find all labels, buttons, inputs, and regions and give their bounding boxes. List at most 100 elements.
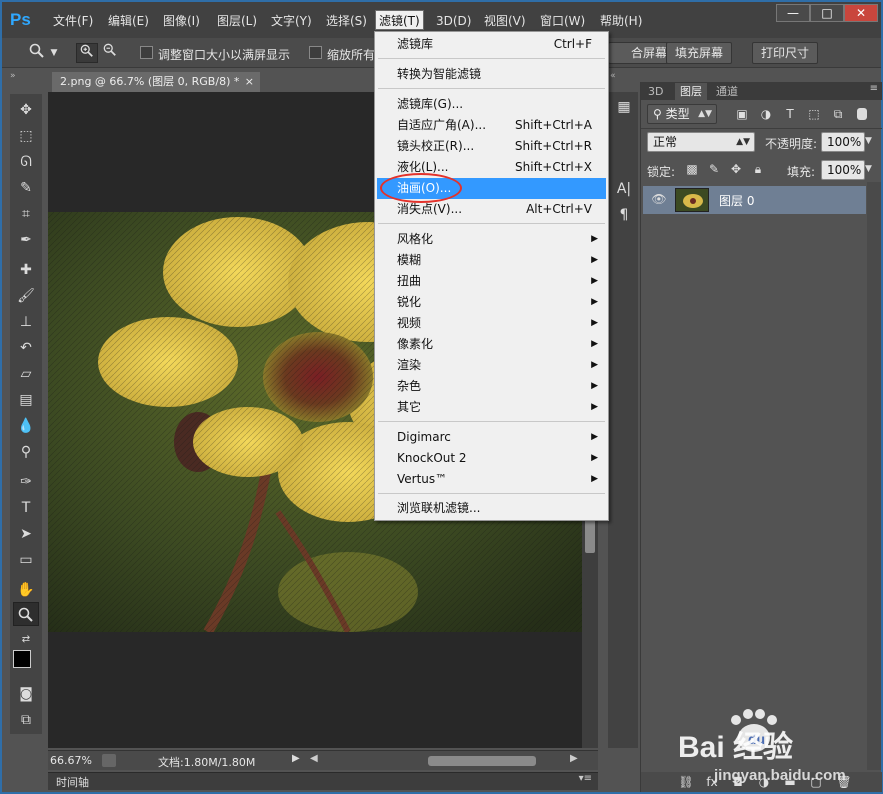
menu-item-vertus[interactable]: Vertus™ ▶ (377, 469, 606, 490)
scroll-right-arrow-icon[interactable]: ▶ (570, 753, 578, 764)
clone-stamp-tool-icon[interactable]: ⊥ (13, 310, 39, 334)
menu-item-render[interactable]: 渲染 ▶ (377, 355, 606, 376)
lasso-tool-icon[interactable]: ᘏ (13, 150, 39, 174)
menu-item-pixelate[interactable]: 像素化 ▶ (377, 334, 606, 355)
document-tab[interactable]: 2.png @ 66.7% (图层 0, RGB/8) * × (52, 72, 260, 92)
link-layers-icon[interactable]: ⛓ (677, 773, 695, 791)
timeline-menu-icon[interactable]: ▾≡ (579, 773, 592, 784)
blend-mode-dropdown[interactable]: 正常 ▲▼ (647, 132, 755, 152)
zoom-tool-icon[interactable] (26, 43, 48, 63)
fill-dropdown-icon[interactable]: ▼ (865, 164, 872, 174)
layer-row[interactable]: 👁 图层 0 (643, 186, 866, 214)
menu-item-video[interactable]: 视频 ▶ (377, 313, 606, 334)
zoom-in-icon[interactable] (76, 43, 98, 63)
menu-item-filter-gallery-last[interactable]: 滤镜库 Ctrl+F (377, 34, 606, 55)
lock-position-icon[interactable]: ✥ (727, 160, 745, 178)
lock-transparency-icon[interactable]: ▩ (683, 160, 701, 178)
zoom-out-icon[interactable] (99, 43, 121, 63)
layer-filter-dropdown[interactable]: ⚲ 类型 ▲▼ (647, 104, 717, 124)
quick-selection-tool-icon[interactable]: ✎ (13, 176, 39, 200)
pen-tool-icon[interactable]: ✑ (13, 470, 39, 494)
status-menu-arrow-icon[interactable]: ▶ (292, 753, 300, 764)
foreground-color-swatch[interactable] (13, 650, 31, 668)
menu-item-browse-online-filters[interactable]: 浏览联机滤镜... (377, 498, 606, 519)
menu-item-filter-gallery[interactable]: 滤镜库(G)... (377, 94, 606, 115)
zoom-tool-selected-icon[interactable] (13, 602, 39, 626)
screen-mode-icon[interactable]: ⧉ (13, 708, 39, 732)
menu-3d[interactable]: 3D(D) (433, 11, 474, 31)
lock-pixels-icon[interactable]: ✎ (705, 160, 723, 178)
layers-scrollbar[interactable] (867, 182, 881, 770)
filter-toggle-icon[interactable] (857, 108, 867, 120)
filter-type-icon[interactable]: T (781, 105, 799, 123)
menu-select[interactable]: 选择(S) (323, 11, 370, 31)
blur-tool-icon[interactable]: 💧 (13, 414, 39, 438)
horizontal-scroll-thumb[interactable] (428, 756, 536, 766)
menu-type[interactable]: 文字(Y) (268, 11, 315, 31)
print-size-button[interactable]: 打印尺寸 (752, 42, 819, 64)
toolbox-collapse-icon[interactable]: » (10, 71, 16, 81)
gradient-tool-icon[interactable]: ▤ (13, 388, 39, 412)
resize-windows-checkbox[interactable] (140, 46, 153, 59)
timeline-panel-bar[interactable]: 时间轴 ▾≡ (48, 772, 598, 790)
menu-item-adaptive-wide-angle[interactable]: 自适应广角(A)... Shift+Ctrl+A (377, 115, 606, 136)
paragraph-panel-icon[interactable]: ¶ (613, 204, 635, 226)
menu-view[interactable]: 视图(V) (481, 11, 529, 31)
fill-screen-button[interactable]: 填充屏幕 (666, 42, 733, 64)
menu-item-knockout[interactable]: KnockOut 2 ▶ (377, 448, 606, 469)
healing-brush-tool-icon[interactable]: ✚ (13, 258, 39, 282)
menu-item-stylize[interactable]: 风格化 ▶ (377, 229, 606, 250)
filter-pixel-icon[interactable]: ▣ (733, 105, 751, 123)
rectangle-tool-icon[interactable]: ▭ (13, 548, 39, 572)
zoom-all-checkbox[interactable] (309, 46, 322, 59)
history-brush-tool-icon[interactable]: ↶ (13, 336, 39, 360)
type-tool-icon[interactable]: T (13, 496, 39, 520)
status-info-icon[interactable] (102, 754, 116, 767)
fit-screen-button[interactable]: 合屏幕 (608, 42, 673, 64)
eyedropper-tool-icon[interactable]: ✒ (13, 228, 39, 252)
menu-file[interactable]: 文件(F) (50, 11, 96, 31)
tab-channels[interactable]: 通道 (711, 83, 743, 100)
zoom-level-readout[interactable]: 66.67% (50, 754, 92, 767)
visibility-eye-icon[interactable]: 👁 (651, 192, 667, 208)
opacity-field[interactable]: 100% (821, 132, 865, 152)
move-tool-icon[interactable]: ✥ (13, 98, 39, 122)
menu-help[interactable]: 帮助(H) (597, 11, 645, 31)
minimize-button[interactable]: — (776, 4, 810, 22)
opacity-dropdown-icon[interactable]: ▼ (865, 136, 872, 146)
eraser-tool-icon[interactable]: ▱ (13, 362, 39, 386)
panel-menu-icon[interactable]: ≡ (870, 83, 878, 94)
menu-item-noise[interactable]: 杂色 ▶ (377, 376, 606, 397)
scroll-left-arrow-icon[interactable]: ◀ (310, 753, 318, 764)
close-button[interactable]: ✕ (844, 4, 878, 22)
path-selection-tool-icon[interactable]: ➤ (13, 522, 39, 546)
lock-all-icon[interactable]: 🔒︎ (749, 160, 767, 178)
dodge-tool-icon[interactable]: ⚲ (13, 440, 39, 464)
tool-preset-dropdown-icon[interactable]: ▼ (48, 43, 60, 63)
menu-window[interactable]: 窗口(W) (537, 11, 588, 31)
filter-adjustment-icon[interactable]: ◑ (757, 105, 775, 123)
menu-item-blur[interactable]: 模糊 ▶ (377, 250, 606, 271)
menu-item-other[interactable]: 其它 ▶ (377, 397, 606, 418)
menu-filter[interactable]: 滤镜(T) (375, 10, 424, 30)
menu-item-distort[interactable]: 扭曲 ▶ (377, 271, 606, 292)
menu-layer[interactable]: 图层(L) (214, 11, 260, 31)
swap-colors-icon[interactable]: ⇄ (13, 628, 39, 652)
maximize-button[interactable]: □ (810, 4, 844, 22)
panel-strip-collapse-icon[interactable]: « (610, 71, 616, 81)
menu-item-convert-smart-filters[interactable]: 转换为智能滤镜 (377, 64, 606, 85)
document-tab-close-icon[interactable]: × (245, 72, 254, 92)
menu-item-lens-correction[interactable]: 镜头校正(R)... Shift+Ctrl+R (377, 136, 606, 157)
menu-edit[interactable]: 编辑(E) (105, 11, 152, 31)
quick-mask-icon[interactable]: ◙ (13, 682, 39, 706)
hand-tool-icon[interactable]: ✋ (13, 578, 39, 602)
marquee-tool-icon[interactable]: ⬚ (13, 124, 39, 148)
menu-image[interactable]: 图像(I) (160, 11, 203, 31)
filter-smart-object-icon[interactable]: ⧉ (829, 105, 847, 123)
character-panel-icon[interactable]: A| (613, 178, 635, 200)
histogram-panel-icon[interactable]: ▦ (613, 96, 635, 118)
menu-item-digimarc[interactable]: Digimarc ▶ (377, 427, 606, 448)
filter-shape-icon[interactable]: ⬚ (805, 105, 823, 123)
fill-field[interactable]: 100% (821, 160, 865, 180)
vertical-scroll-thumb[interactable] (585, 517, 595, 553)
